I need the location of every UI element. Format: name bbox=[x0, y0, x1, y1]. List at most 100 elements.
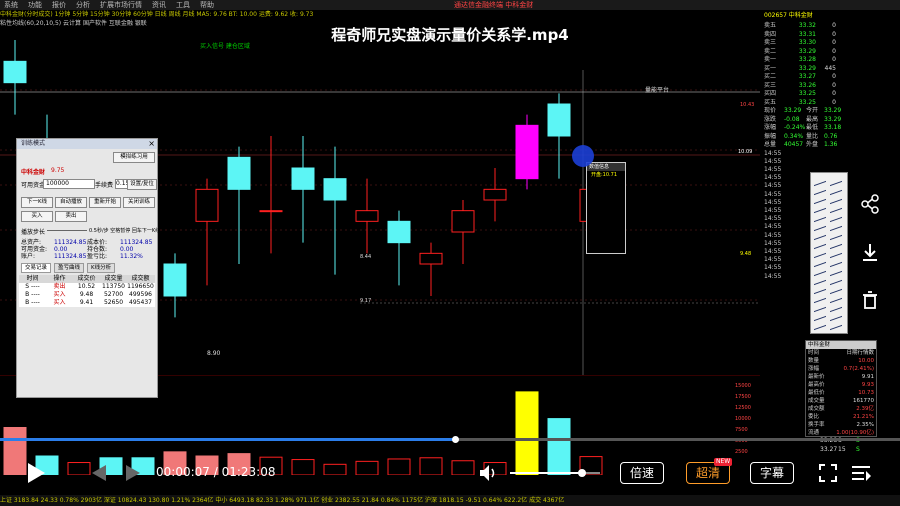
menu-item[interactable]: 帮助 bbox=[200, 0, 214, 10]
restart-button[interactable]: 重新开始 bbox=[89, 197, 121, 208]
stat-cell: 111324.85 bbox=[120, 239, 153, 246]
bid-row: 买一 33.29 445 bbox=[764, 65, 884, 73]
simulate-button[interactable]: 模拟练习用 bbox=[113, 152, 155, 163]
dialog-tab[interactable]: 盈亏曲线 bbox=[54, 263, 85, 273]
quote-label: 换手率 bbox=[808, 422, 825, 428]
stat-cell: 40457 bbox=[784, 141, 804, 148]
dialog-tab[interactable]: K线分析 bbox=[87, 263, 116, 273]
settings-reset-button[interactable]: 设置/复位 bbox=[127, 179, 157, 190]
speed-slider[interactable] bbox=[47, 230, 87, 231]
table-cell: S ---- bbox=[25, 283, 40, 290]
quote-panel-title: 中科金财 bbox=[806, 341, 876, 349]
menu-item[interactable]: 资讯 bbox=[152, 0, 166, 10]
menu-item[interactable]: 扩展市场行情 bbox=[100, 0, 142, 10]
buy-button[interactable]: 买入 bbox=[21, 211, 53, 222]
dialog-tab[interactable]: 交易记录 bbox=[21, 263, 52, 273]
quote-value: 10.00 bbox=[858, 358, 874, 364]
table-cell: B ---- bbox=[25, 299, 40, 306]
bid-cell: 33.26 bbox=[798, 81, 816, 89]
stat-cell: -0.08 bbox=[784, 115, 800, 123]
bid-row: 买二 33.27 0 bbox=[764, 73, 884, 81]
speed-button[interactable]: 倍速 bbox=[620, 462, 664, 484]
volume-knob[interactable] bbox=[578, 469, 586, 477]
ask-row: 卖三 33.30 0 bbox=[764, 39, 884, 47]
capital-input[interactable]: 100000 bbox=[43, 179, 95, 189]
download-icon[interactable] bbox=[860, 242, 880, 262]
stat-cell: 涨跌 bbox=[764, 115, 777, 123]
stat-cell: 量比 bbox=[806, 132, 819, 140]
table-header: 时间 操作 成交价 成交量 成交额 bbox=[19, 275, 155, 283]
ask-cell: 33.28 bbox=[798, 56, 816, 63]
auto-play-button[interactable]: 自动播放 bbox=[55, 197, 87, 208]
stat-cell: 总量 bbox=[764, 141, 777, 148]
table-cell: 10.52 bbox=[77, 283, 96, 290]
floating-quote-panel: 中科金财 时间 日期行情数 数量 10.00 涨幅 0.7(2.41%) 最新价 9.91 最高… bbox=[805, 340, 877, 437]
candle bbox=[3, 40, 27, 115]
stat-cell: -0.24% bbox=[784, 124, 806, 131]
volume-icon[interactable] bbox=[478, 464, 500, 482]
stat-cell: 111324.85 bbox=[54, 253, 87, 260]
quote-row: 最新价 9.91 bbox=[806, 373, 876, 381]
stat-row: 振幅 0.34% 量比 0.76 bbox=[764, 133, 884, 141]
candle bbox=[323, 146, 347, 275]
ask-cell: 33.32 bbox=[798, 22, 816, 29]
table-cell: 9.41 bbox=[79, 299, 94, 306]
next-kline-button[interactable]: 下一K线 bbox=[21, 197, 53, 208]
playlist-icon[interactable] bbox=[850, 463, 872, 483]
close-training-button[interactable]: 关闭训练 bbox=[123, 197, 155, 208]
stat-cell: 0.76 bbox=[824, 132, 838, 140]
capital-label: 可用资金 bbox=[21, 182, 46, 189]
stat-cell: 账户: bbox=[21, 253, 36, 260]
index-status-bar: 上证 3183.84 24.33 0.78% 2903亿 深证 10824.43… bbox=[0, 495, 900, 506]
ask-row: 卖二 33.29 0 bbox=[764, 48, 884, 56]
candle bbox=[483, 168, 507, 222]
stat-cell: 总资产: bbox=[21, 239, 42, 246]
previous-icon[interactable] bbox=[86, 464, 112, 482]
menu-item[interactable]: 功能 bbox=[28, 0, 42, 10]
volume-fill bbox=[510, 472, 582, 474]
stat-row: 现价 33.29 今开 33.29 bbox=[764, 107, 884, 115]
fullscreen-icon[interactable] bbox=[818, 463, 838, 483]
stat-cell: 最低 bbox=[806, 124, 819, 131]
next-icon[interactable] bbox=[120, 464, 146, 482]
quote-label: 最高价 bbox=[808, 382, 825, 388]
quote-row: 成交额 2.39亿 bbox=[806, 405, 876, 413]
time-row: 14:55 bbox=[764, 149, 782, 157]
quote-label: 数量 bbox=[808, 358, 820, 364]
quote-row: 委比 21.21% bbox=[806, 413, 876, 421]
quote-label: 涨幅 bbox=[808, 366, 820, 372]
play-icon[interactable] bbox=[26, 462, 46, 484]
tooltip-row: 开盘:10.71 bbox=[591, 172, 617, 179]
candle bbox=[387, 210, 411, 286]
candle bbox=[515, 114, 539, 190]
table-cell: 52700 bbox=[103, 291, 124, 298]
delete-icon[interactable] bbox=[860, 290, 880, 310]
subtitle-button[interactable]: 字幕 bbox=[750, 462, 794, 484]
menu-item[interactable]: 工具 bbox=[176, 0, 190, 10]
price-label: 9.48 bbox=[740, 251, 751, 257]
speed-value: 0.5秒/步 空格暂停 回车下一K线 bbox=[89, 228, 161, 234]
menu-item[interactable]: 报价 bbox=[52, 0, 66, 10]
candle bbox=[547, 93, 571, 179]
menu-item[interactable]: 系统 bbox=[4, 0, 18, 10]
stat-cell: 成本价: bbox=[87, 239, 108, 246]
quote-row: 流通 1.00(10.90亿) bbox=[806, 429, 876, 437]
dialog-close-icon[interactable]: × bbox=[148, 139, 155, 149]
bid-cell: 0 bbox=[832, 98, 836, 106]
stat-cell: 现价 bbox=[764, 107, 777, 114]
video-progress-fill bbox=[0, 438, 455, 441]
quote-value: 161770 bbox=[853, 398, 874, 404]
progress-knob[interactable] bbox=[451, 436, 459, 443]
table-row: S ---- 卖出 10.52 113750 1196650 bbox=[19, 283, 155, 291]
bid-row: 买四 33.25 0 bbox=[764, 90, 884, 98]
sell-button[interactable]: 卖出 bbox=[55, 211, 87, 222]
bid-cell: 买三 bbox=[764, 81, 777, 89]
training-mode-dialog[interactable]: 训练模式 × 模拟练习用 中科金财 9.75 可用资金 100000 手续费 0… bbox=[16, 138, 161, 398]
share-icon[interactable] bbox=[860, 194, 880, 214]
drawing-toolbar[interactable] bbox=[810, 172, 848, 334]
video-controls: 00:00:07 / 01:23:08 倍速 超清 NEW 字幕 bbox=[0, 448, 900, 488]
quote-value: 日期行情数 bbox=[846, 350, 874, 356]
quote-label: 成交量 bbox=[808, 398, 825, 404]
menu-item[interactable]: 分析 bbox=[76, 0, 90, 10]
bid-cell: 33.27 bbox=[798, 73, 816, 80]
